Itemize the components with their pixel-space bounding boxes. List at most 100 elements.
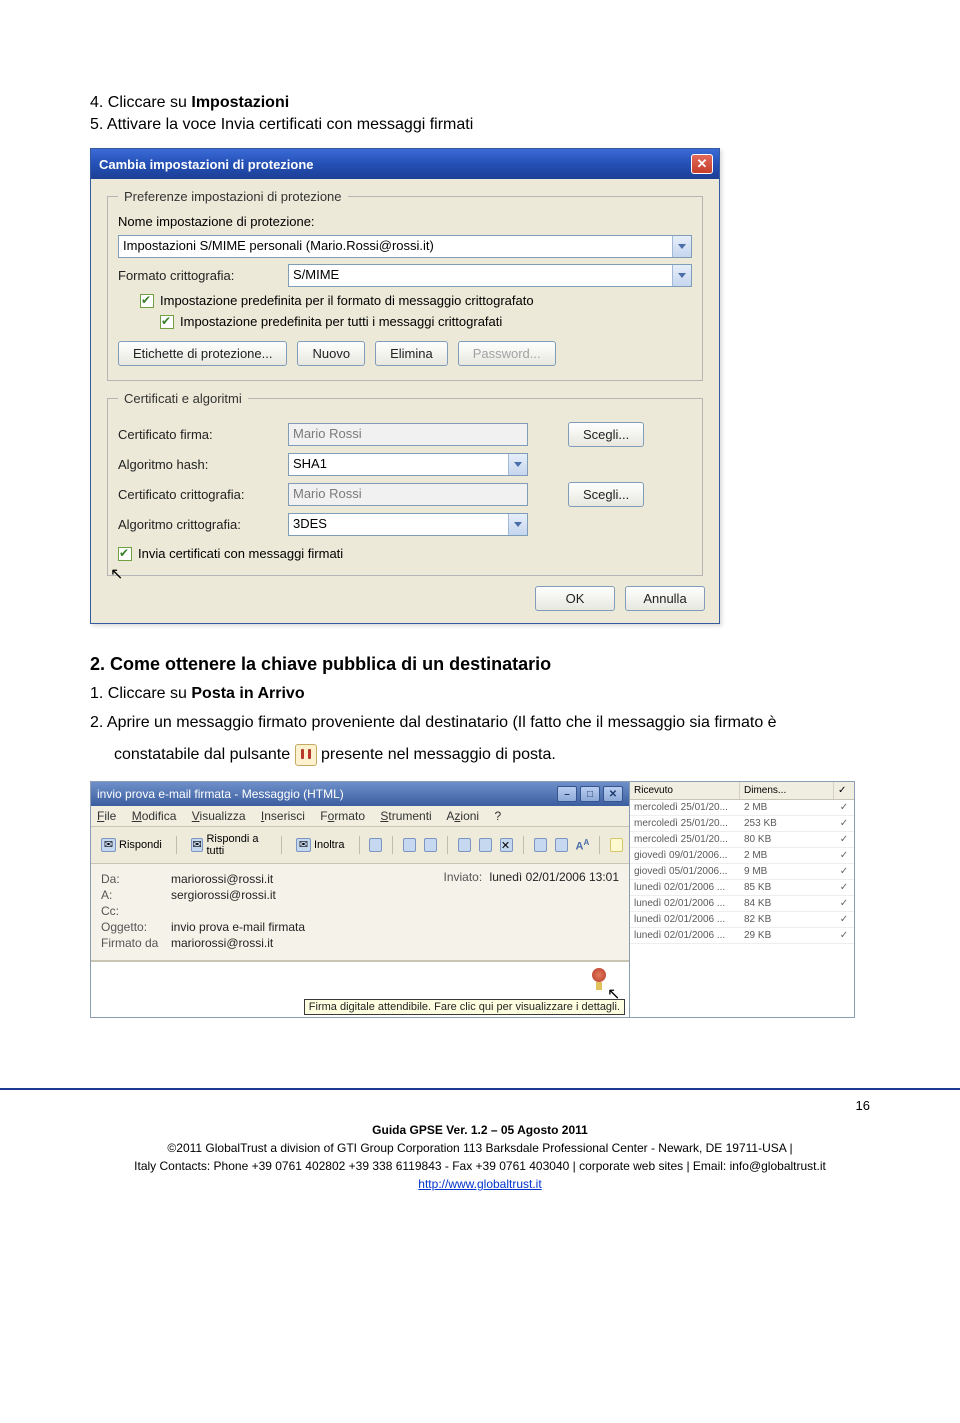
row-size: 85 KB xyxy=(740,880,834,895)
cert-legend: Certificati e algoritmi xyxy=(118,391,248,406)
next-icon[interactable] xyxy=(555,838,568,852)
chevron-down-icon[interactable] xyxy=(672,265,691,286)
toolbar-icon[interactable] xyxy=(403,838,416,852)
alg-enc-select[interactable]: 3DES xyxy=(288,513,528,536)
menu-visualizza[interactable]: Visualizza xyxy=(192,809,246,823)
setting-name-select[interactable]: Impostazioni S/MIME personali (Mario.Ros… xyxy=(118,235,692,258)
folder-icon[interactable] xyxy=(458,838,471,852)
menu-azioni[interactable]: Azioni xyxy=(446,809,479,823)
row-check-icon: ✓ xyxy=(834,896,854,911)
inbox-list: Ricevuto Dimens... ✓ mercoledì 25/01/20.… xyxy=(630,781,855,1018)
replyall-label: Rispondi a tutti xyxy=(206,833,267,857)
mail-icon xyxy=(191,838,204,852)
setting-name-value: Impostazioni S/MIME personali (Mario.Ros… xyxy=(123,238,434,253)
list-item[interactable]: mercoledì 25/01/20...2 MB✓ xyxy=(630,800,854,816)
row-date: mercoledì 25/01/20... xyxy=(630,800,740,815)
separator-icon xyxy=(359,836,360,854)
list-item[interactable]: lunedì 02/01/2006 ...82 KB✓ xyxy=(630,912,854,928)
cert-enc-label: Certificato crittografia: xyxy=(118,487,288,502)
menu-formato[interactable]: Formato xyxy=(320,809,365,823)
delete-icon[interactable]: ✕ xyxy=(500,838,513,852)
forward-button[interactable]: Inoltra xyxy=(292,836,349,854)
menu-inserisci[interactable]: Inserisci xyxy=(261,809,305,823)
row-check-icon: ✓ xyxy=(834,912,854,927)
row-check-icon: ✓ xyxy=(834,832,854,847)
cursor-icon xyxy=(110,564,124,582)
labels-button[interactable]: Etichette di protezione... xyxy=(118,341,287,366)
choose-sign-button[interactable]: Scegli... xyxy=(568,422,644,447)
row-check-icon: ✓ xyxy=(834,928,854,943)
list-item[interactable]: mercoledì 25/01/20...80 KB✓ xyxy=(630,832,854,848)
default-all-label: Impostazione predefinita per tutti i mes… xyxy=(180,314,502,329)
crypto-format-value: S/MIME xyxy=(293,267,339,282)
cert-sign-field: Mario Rossi xyxy=(288,423,528,446)
chevron-down-icon[interactable] xyxy=(672,236,691,257)
reply-button[interactable]: Rispondi xyxy=(97,836,166,854)
close-icon[interactable]: ✕ xyxy=(691,154,713,174)
cancel-button[interactable]: Annulla xyxy=(625,586,705,611)
separator-icon xyxy=(599,836,600,854)
step-4-bold: Impostazioni xyxy=(191,94,289,111)
row-size: 80 KB xyxy=(740,832,834,847)
row-size: 82 KB xyxy=(740,912,834,927)
menu-strumenti[interactable]: Strumenti xyxy=(380,809,431,823)
chevron-down-icon[interactable] xyxy=(508,454,527,475)
menu-modifica[interactable]: Modifica xyxy=(132,809,177,823)
footer-line-3: Italy Contacts: Phone +39 0761 402802 +3… xyxy=(134,1159,826,1173)
close-icon[interactable]: ✕ xyxy=(603,786,623,802)
hash-select[interactable]: SHA1 xyxy=(288,453,528,476)
list-item[interactable]: mercoledì 25/01/20...253 KB✓ xyxy=(630,816,854,832)
row-check-icon: ✓ xyxy=(834,880,854,895)
send-certs-checkbox[interactable] xyxy=(118,547,132,561)
sec2-step2-a: 2. Aprire un messaggio firmato provenien… xyxy=(90,714,777,731)
choose-enc-button[interactable]: Scegli... xyxy=(568,482,644,507)
help-icon[interactable] xyxy=(610,838,623,852)
list-item[interactable]: giovedì 09/01/2006...2 MB✓ xyxy=(630,848,854,864)
list-item[interactable]: giovedì 05/01/2006...9 MB✓ xyxy=(630,864,854,880)
list-item[interactable]: lunedì 02/01/2006 ...85 KB✓ xyxy=(630,880,854,896)
col-size[interactable]: Dimens... xyxy=(740,782,834,799)
sent-value: lunedì 02/01/2006 13:01 xyxy=(490,870,619,884)
step-5: 5. Attivare la voce Invia certificati co… xyxy=(90,116,870,134)
message-body: Firma digitale attendibile. Fare clic qu… xyxy=(91,961,629,1017)
cert-enc-field: Mario Rossi xyxy=(288,483,528,506)
maximize-icon[interactable]: □ xyxy=(580,786,600,802)
crypto-format-select[interactable]: S/MIME xyxy=(288,264,692,287)
from-value: mariorossi@rossi.it xyxy=(171,872,273,886)
sec2-step2-c: presente nel messaggio di posta. xyxy=(321,746,556,763)
chevron-down-icon[interactable] xyxy=(508,514,527,535)
pref-fieldset: Preferenze impostazioni di protezione No… xyxy=(107,189,703,381)
signedby-value: mariorossi@rossi.it xyxy=(171,936,273,950)
dialog-title: Cambia impostazioni di protezione xyxy=(99,157,314,172)
mail-icon xyxy=(101,838,116,852)
reply-all-button[interactable]: Rispondi a tutti xyxy=(187,831,271,859)
default-all-checkbox[interactable] xyxy=(160,315,174,329)
toolbar-icon[interactable] xyxy=(424,838,437,852)
toolbar-icon[interactable] xyxy=(479,838,492,852)
col-received[interactable]: Ricevuto xyxy=(630,782,740,799)
message-header: Da:mariorossi@rossi.it A:sergiorossi@ros… xyxy=(91,864,629,961)
row-check-icon: ✓ xyxy=(834,800,854,815)
print-icon[interactable] xyxy=(369,838,382,852)
list-item[interactable]: lunedì 02/01/2006 ...29 KB✓ xyxy=(630,928,854,944)
minimize-icon[interactable]: – xyxy=(557,786,577,802)
list-item[interactable]: lunedì 02/01/2006 ...84 KB✓ xyxy=(630,896,854,912)
menu-help[interactable]: ? xyxy=(494,809,501,823)
menubar[interactable]: File Modifica Visualizza Inserisci Forma… xyxy=(91,806,629,827)
new-button[interactable]: Nuovo xyxy=(297,341,365,366)
font-size-icon[interactable]: AA xyxy=(576,838,590,853)
footer-link[interactable]: http://www.globaltrust.it xyxy=(418,1177,541,1191)
signature-icon[interactable] xyxy=(589,968,609,990)
menu-file[interactable]: File xyxy=(97,809,116,823)
prev-icon[interactable] xyxy=(534,838,547,852)
from-label: Da: xyxy=(101,872,171,886)
sec2-step1-pre: 1. Cliccare su xyxy=(90,685,191,702)
sent-label: Inviato: xyxy=(444,870,483,884)
delete-button[interactable]: Elimina xyxy=(375,341,448,366)
default-format-checkbox[interactable] xyxy=(140,294,154,308)
separator-icon xyxy=(447,836,448,854)
row-size: 84 KB xyxy=(740,896,834,911)
list-header: Ricevuto Dimens... ✓ xyxy=(630,782,854,800)
separator-icon xyxy=(523,836,524,854)
ok-button[interactable]: OK xyxy=(535,586,615,611)
